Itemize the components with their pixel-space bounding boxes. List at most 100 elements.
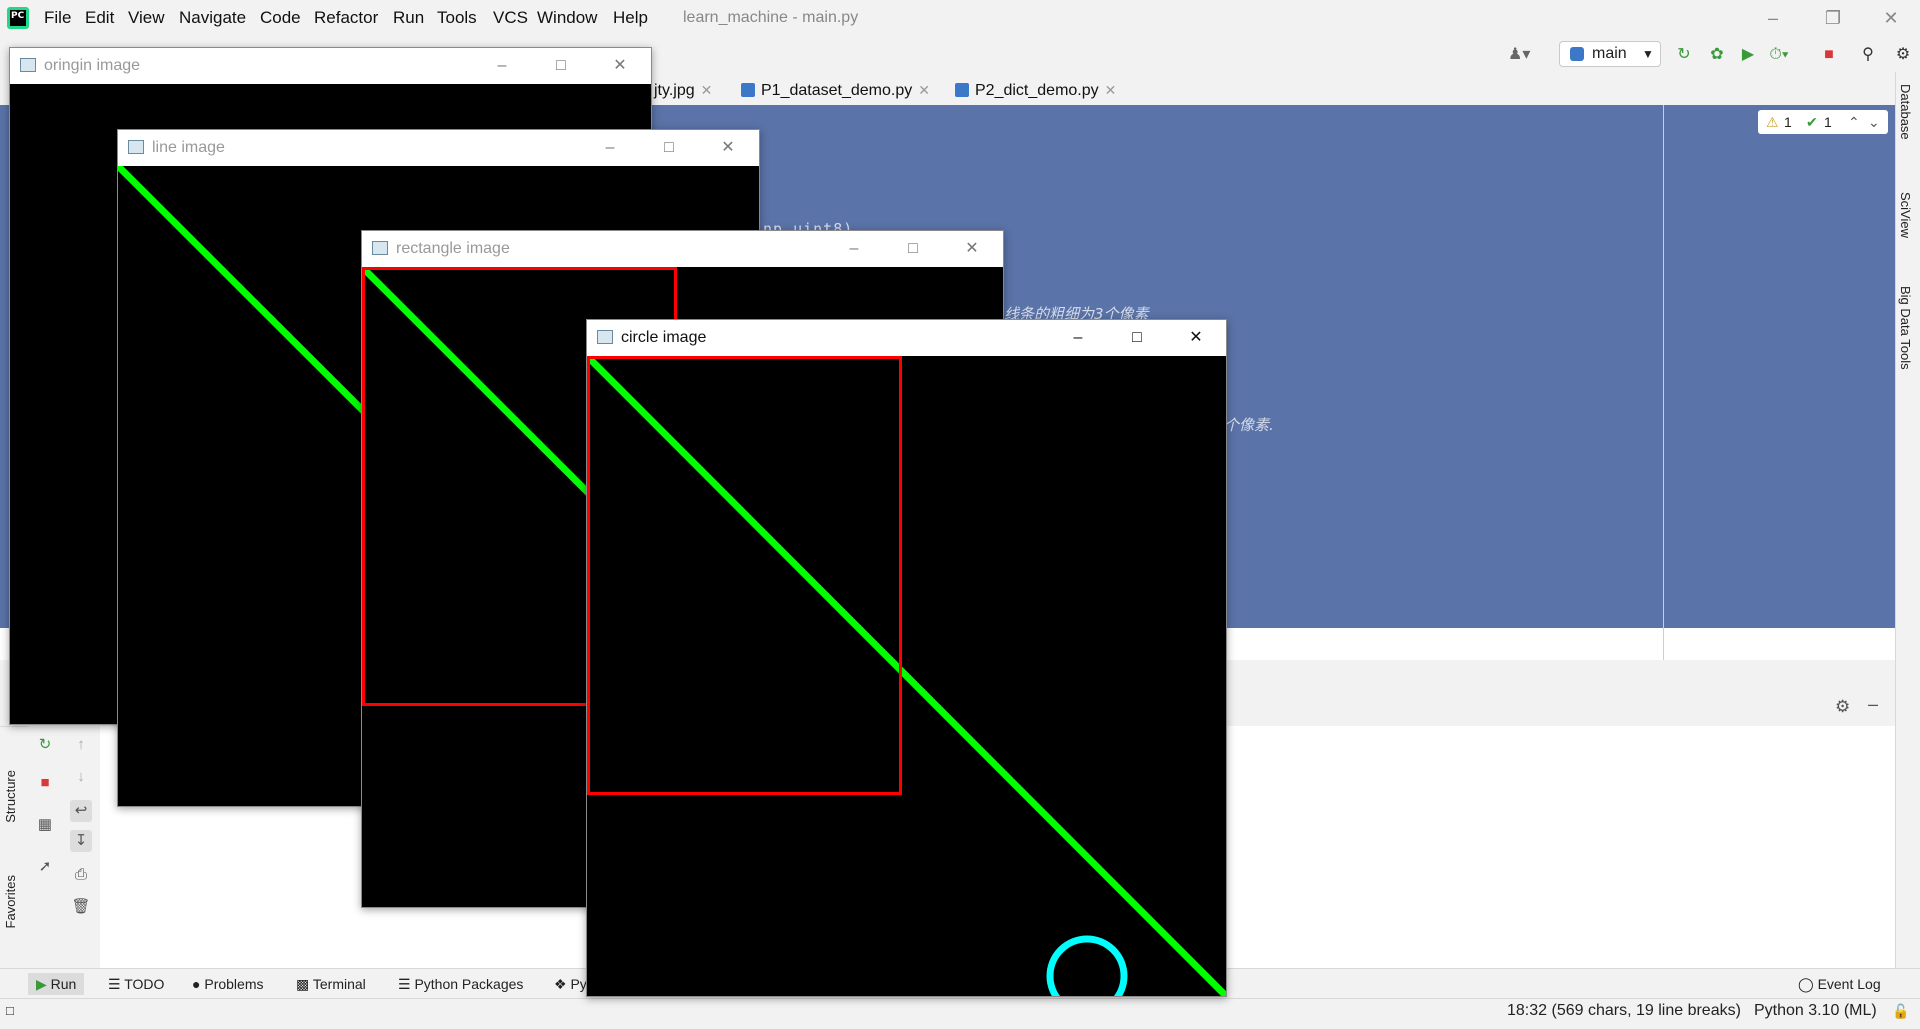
tool-terminal-label: Terminal xyxy=(312,976,366,992)
maximize-icon[interactable]: □ xyxy=(649,134,689,162)
window-title: learn_machine - main.py xyxy=(683,9,859,26)
tool-todo-label: TODO xyxy=(124,976,165,992)
close-icon[interactable]: ✕ xyxy=(1176,324,1216,352)
python-icon: ❖ xyxy=(554,976,571,992)
menu-refactor[interactable]: Refactor xyxy=(314,6,378,30)
menu-vcs[interactable]: VCS xyxy=(493,6,528,30)
app-icon xyxy=(597,330,613,344)
minimize-icon[interactable]: – xyxy=(1058,324,1098,352)
warning-count: 1 xyxy=(1784,114,1792,130)
caret-position[interactable]: 18:32 (569 chars, 19 line breaks) xyxy=(1507,1000,1741,1022)
close-icon[interactable]: ✕ xyxy=(600,52,640,80)
run-config-label: main xyxy=(1592,45,1627,62)
maximize-icon[interactable]: □ xyxy=(893,235,933,263)
chevron-down-icon: ▼ xyxy=(1642,47,1654,61)
menu-code[interactable]: Code xyxy=(260,6,301,30)
cyan-circle xyxy=(1046,935,1128,996)
tool-run[interactable]: ▶ Run xyxy=(28,973,85,995)
left-tool-strip xyxy=(0,728,25,968)
arrow-down-icon[interactable]: ↓ xyxy=(70,766,92,788)
red-rectangle xyxy=(587,356,902,795)
window-titlebar[interactable]: oringin image – □ ✕ xyxy=(10,48,651,84)
arrow-up-icon[interactable]: ↑ xyxy=(70,734,92,756)
menu-file[interactable]: File xyxy=(44,6,71,30)
tool-event-log[interactable]: ◯ Event Log xyxy=(1798,973,1881,995)
chevron-down-icon[interactable]: ⌄ xyxy=(1868,110,1880,134)
soft-wrap-icon[interactable]: ↩ xyxy=(70,800,92,822)
close-icon[interactable]: ✕ xyxy=(708,134,748,162)
layout-icon[interactable]: ▦ xyxy=(34,814,56,836)
tab-jty-jpg[interactable]: jty.jpg ✕ xyxy=(654,79,712,101)
scroll-to-end-icon[interactable]: ↧ xyxy=(70,830,92,852)
window-titlebar[interactable]: line image – □ ✕ xyxy=(118,130,759,166)
gear-icon[interactable]: ⚙ xyxy=(1835,697,1850,717)
tab-p2-dict-demo[interactable]: P2_dict_demo.py ✕ xyxy=(955,79,1116,101)
close-icon[interactable]: ✕ xyxy=(701,82,713,98)
menu-help[interactable]: Help xyxy=(613,6,648,30)
minimize-icon[interactable]: – xyxy=(1750,4,1796,32)
close-icon[interactable]: ✕ xyxy=(1105,82,1117,98)
inspection-widget[interactable]: ⚠ 1 ✔ 1 ⌃ ⌄ xyxy=(1758,110,1888,134)
tab-label: P1_dataset_demo.py xyxy=(761,82,913,99)
tool-todo[interactable]: ☰ TODO xyxy=(108,973,164,995)
tool-python-console[interactable]: ❖ Py xyxy=(554,973,587,995)
tab-p1-dataset-demo[interactable]: P1_dataset_demo.py ✕ xyxy=(741,79,930,101)
tool-python-packages[interactable]: ☰ Python Packages xyxy=(398,973,523,995)
weak-warning-icon: ✔ xyxy=(1806,114,1818,130)
close-icon[interactable]: ✕ xyxy=(918,82,930,98)
print-icon[interactable]: ⎙ xyxy=(70,864,92,886)
debug-icon[interactable]: ✿ xyxy=(1706,44,1728,66)
panel-toggle-icon[interactable]: □ xyxy=(6,1000,14,1022)
menu-run[interactable]: Run xyxy=(393,6,424,30)
minimize-icon[interactable]: – xyxy=(482,52,522,80)
tool-favorites[interactable]: Favorites xyxy=(3,875,18,928)
close-icon[interactable]: ✕ xyxy=(952,235,992,263)
tool-run-label: Run xyxy=(50,976,77,992)
stop-icon[interactable]: ■ xyxy=(34,772,56,794)
menu-view[interactable]: View xyxy=(128,6,165,30)
restore-icon[interactable]: ❐ xyxy=(1810,4,1856,32)
event-log-icon: ◯ xyxy=(1798,976,1818,992)
lock-icon[interactable]: 🔓 xyxy=(1892,1000,1909,1022)
trash-icon[interactable]: 🗑 xyxy=(70,896,92,918)
rerun-icon[interactable]: ↻ xyxy=(34,734,56,756)
warning-icon: ⚠ xyxy=(1766,114,1779,130)
minimize-icon[interactable]: – xyxy=(834,235,874,263)
menu-edit[interactable]: Edit xyxy=(85,6,114,30)
coverage-icon[interactable]: ▶ xyxy=(1737,44,1759,66)
interpreter-selector[interactable]: Python 3.10 (ML) xyxy=(1754,1000,1877,1022)
minimize-icon[interactable]: – xyxy=(590,134,630,162)
gear-icon[interactable]: ⚙ xyxy=(1892,44,1914,66)
menu-tools[interactable]: Tools xyxy=(437,6,477,30)
maximize-icon[interactable]: □ xyxy=(1117,324,1157,352)
menu-window[interactable]: Window xyxy=(537,6,597,30)
tab-label: jty.jpg xyxy=(654,82,695,99)
tool-problems[interactable]: ● Problems xyxy=(192,973,264,995)
profile-icon[interactable]: ⏱▾ xyxy=(1768,44,1790,66)
python-file-icon xyxy=(955,83,969,97)
user-icon[interactable]: ♟▾ xyxy=(1508,44,1530,66)
window-titlebar[interactable]: circle image – □ ✕ xyxy=(587,320,1226,356)
tool-sciview[interactable]: SciView xyxy=(1898,192,1913,238)
pin-icon[interactable]: ➚ xyxy=(34,856,56,878)
cv-window-circle[interactable]: circle image – □ ✕ xyxy=(586,319,1227,997)
stop-icon[interactable]: ■ xyxy=(1818,44,1840,66)
run-config-selector[interactable]: main ▼ xyxy=(1559,41,1661,67)
close-icon[interactable]: ✕ xyxy=(1868,4,1914,32)
window-titlebar[interactable]: rectangle image – □ ✕ xyxy=(362,231,1003,267)
image-canvas xyxy=(587,356,1226,996)
hide-panel-icon[interactable]: – xyxy=(1868,694,1878,715)
menu-navigate[interactable]: Navigate xyxy=(179,6,246,30)
python-file-icon xyxy=(741,83,755,97)
chevron-up-icon[interactable]: ⌃ xyxy=(1848,110,1860,134)
tool-terminal[interactable]: ▩ Terminal xyxy=(296,973,366,995)
tool-structure[interactable]: Structure xyxy=(3,770,18,823)
maximize-icon[interactable]: □ xyxy=(541,52,581,80)
search-icon[interactable]: ⚲ xyxy=(1857,44,1879,66)
run-icon: ▶ xyxy=(36,976,51,992)
tool-database[interactable]: Database xyxy=(1898,84,1913,140)
list-icon: ☰ xyxy=(108,976,125,992)
weak-warning-count: 1 xyxy=(1824,114,1832,130)
tool-big-data-tools[interactable]: Big Data Tools xyxy=(1898,286,1913,370)
rerun-icon[interactable]: ↻ xyxy=(1673,44,1695,66)
